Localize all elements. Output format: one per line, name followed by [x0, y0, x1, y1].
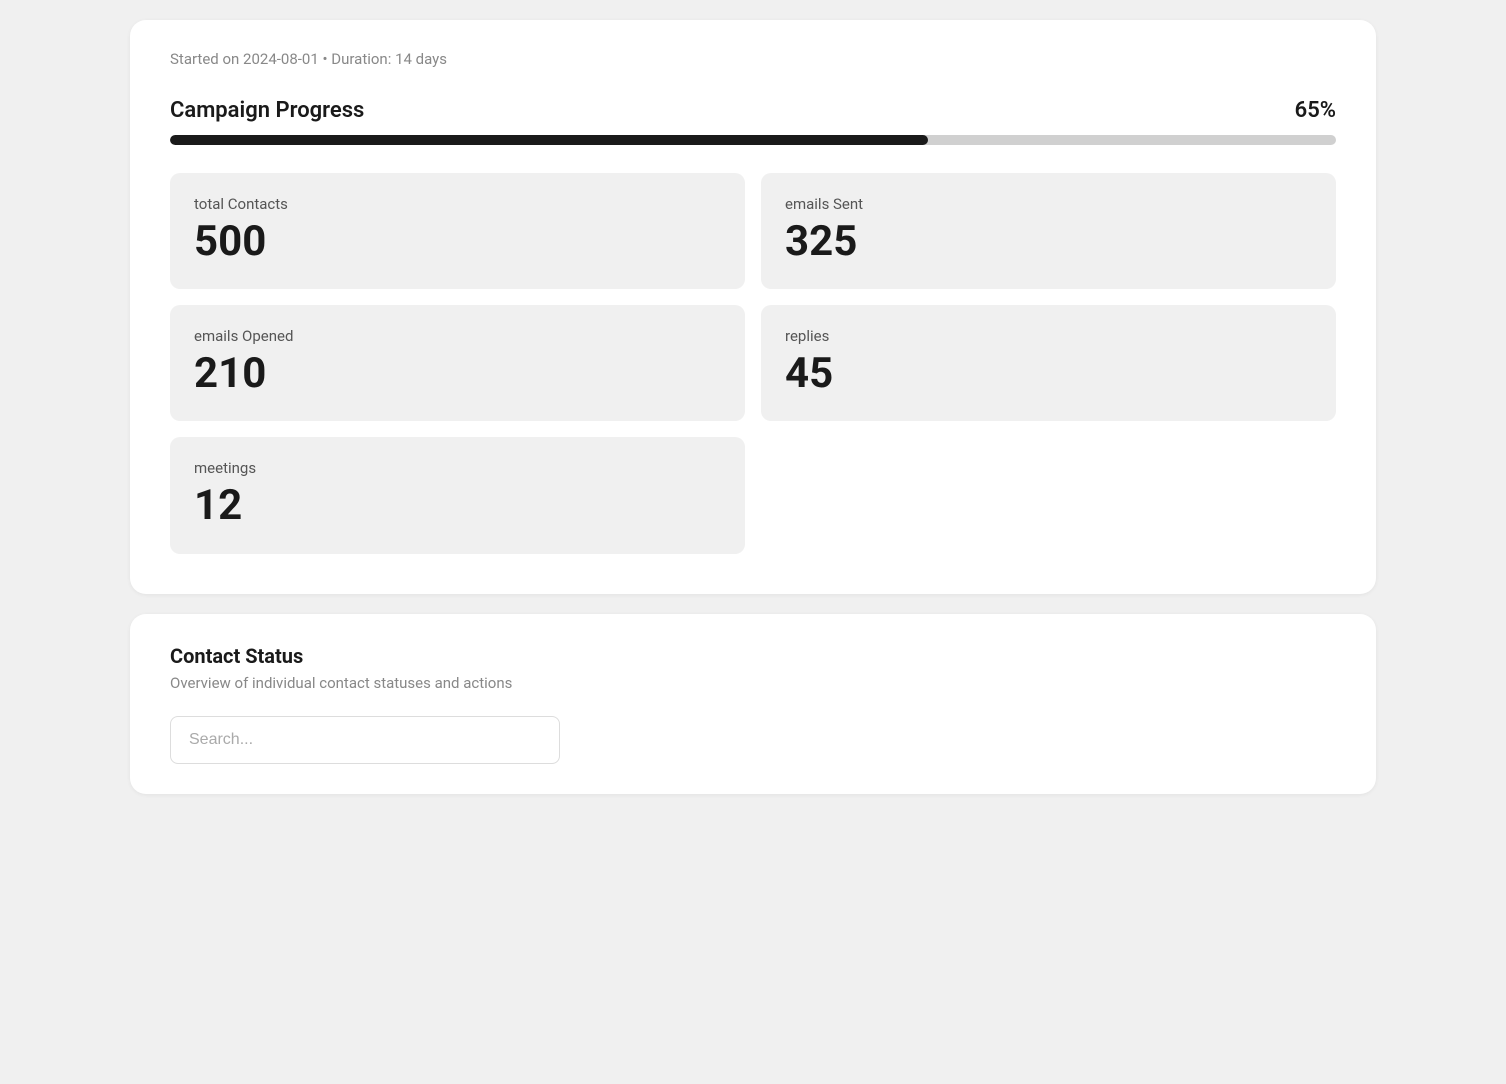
stat-value-total-contacts: 500: [194, 219, 721, 265]
campaign-progress-title: Campaign Progress: [170, 98, 364, 123]
stats-grid: total Contacts 500 emails Sent 325 email…: [170, 173, 1336, 554]
stat-label-total-contacts: total Contacts: [194, 195, 721, 213]
campaign-meta: Started on 2024-08-01 • Duration: 14 day…: [170, 50, 1336, 68]
progress-bar-fill: [170, 135, 928, 145]
stat-value-emails-sent: 325: [785, 219, 1312, 265]
page-container: Started on 2024-08-01 • Duration: 14 day…: [0, 0, 1506, 814]
stat-label-replies: replies: [785, 327, 1312, 345]
stat-value-replies: 45: [785, 351, 1312, 397]
stat-label-emails-sent: emails Sent: [785, 195, 1312, 213]
contact-status-subtitle: Overview of individual contact statuses …: [170, 674, 1336, 692]
campaign-progress-percent: 65%: [1295, 98, 1336, 123]
stat-card-emails-sent: emails Sent 325: [761, 173, 1336, 289]
stat-label-emails-opened: emails Opened: [194, 327, 721, 345]
contact-status-card: Contact Status Overview of individual co…: [130, 614, 1376, 794]
progress-header: Campaign Progress 65%: [170, 98, 1336, 123]
progress-bar-track: [170, 135, 1336, 145]
stat-card-meetings: meetings 12: [170, 437, 745, 553]
stat-card-replies: replies 45: [761, 305, 1336, 421]
campaign-progress-card: Started on 2024-08-01 • Duration: 14 day…: [130, 20, 1376, 594]
search-input[interactable]: [170, 716, 560, 764]
stat-card-total-contacts: total Contacts 500: [170, 173, 745, 289]
stat-value-emails-opened: 210: [194, 351, 721, 397]
contact-status-title: Contact Status: [170, 644, 1336, 668]
stat-value-meetings: 12: [194, 483, 721, 529]
search-input-wrapper: [170, 716, 560, 764]
stat-card-emails-opened: emails Opened 210: [170, 305, 745, 421]
stat-label-meetings: meetings: [194, 459, 721, 477]
